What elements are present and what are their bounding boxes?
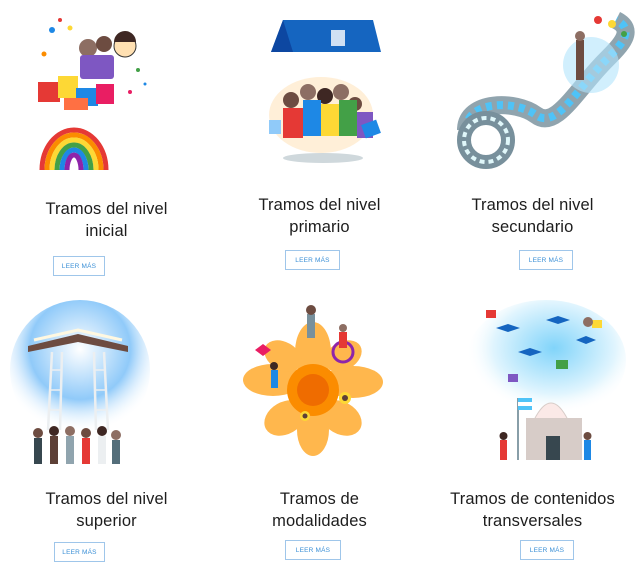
secundario-illustration-icon [426,0,639,180]
card-inicial[interactable]: Tramos del nivel inicial LEER MÁS [0,0,213,280]
inicial-illustration-icon [0,0,213,180]
card-title: Tramos de modalidades [272,490,367,530]
modalidades-illustration-icon [213,290,426,470]
leer-mas-button[interactable]: LEER MÁS [53,256,105,276]
superior-illustration-icon [0,290,213,470]
card-title: Tramos del nivel secundario [471,196,594,236]
card-primario[interactable]: Tramos del nivel primario LEER MÁS [213,0,426,280]
transversales-illustration-icon [426,290,639,470]
leer-mas-button[interactable]: LEER MÁS [285,540,341,560]
leer-mas-button[interactable]: LEER MÁS [519,250,573,270]
card-title: Tramos del nivel inicial [45,200,168,240]
card-transversales[interactable]: Tramos de contenidos transversales LEER … [426,290,639,562]
card-title: Tramos del nivel primario [258,196,381,236]
leer-mas-button[interactable]: LEER MÁS [285,250,340,270]
card-secundario[interactable]: Tramos del nivel secundario LEER MÁS [426,0,639,280]
leer-mas-button[interactable]: LEER MÁS [520,540,574,560]
card-title: Tramos de contenidos transversales [450,490,615,530]
card-superior[interactable]: Tramos del nivel superior LEER MÁS [0,290,213,562]
primario-illustration-icon [213,0,426,180]
card-title: Tramos del nivel superior [45,490,168,530]
leer-mas-button[interactable]: LEER MÁS [54,542,105,562]
card-modalidades[interactable]: Tramos de modalidades LEER MÁS [213,290,426,562]
